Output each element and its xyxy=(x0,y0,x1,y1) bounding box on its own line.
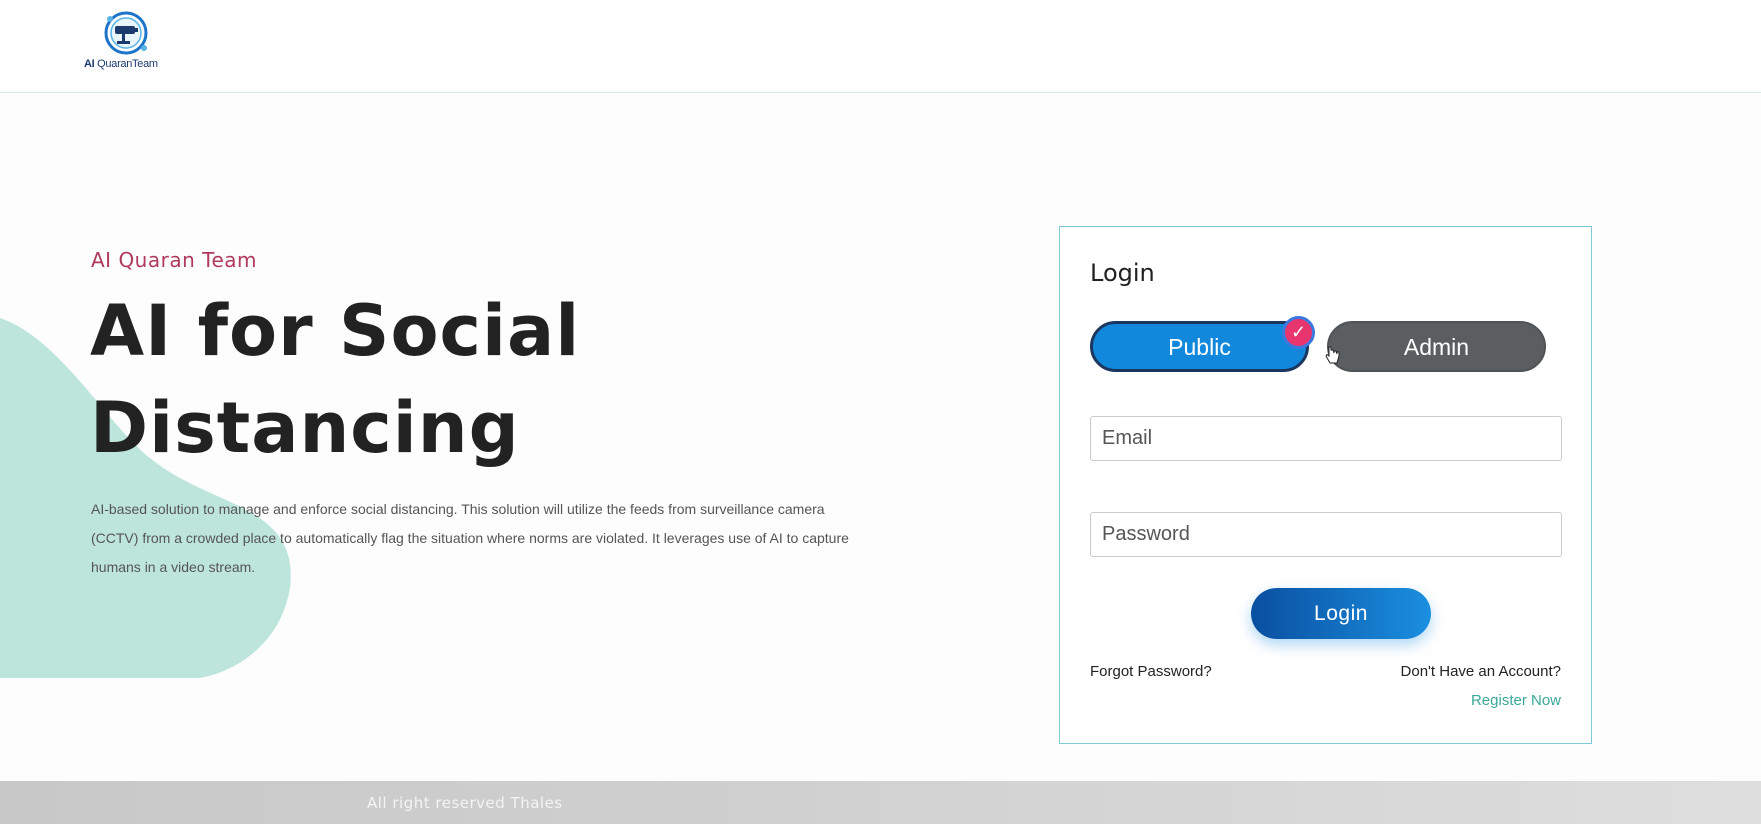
public-role-toggle[interactable]: Public xyxy=(1090,321,1309,372)
no-account-text: Don't Have an Account? xyxy=(1400,663,1561,680)
login-title: Login xyxy=(1090,259,1155,287)
hero-kicker: AI Quaran Team xyxy=(91,248,257,272)
cctv-camera-logo-icon xyxy=(104,11,148,55)
top-header: AI QuaranTeam xyxy=(0,0,1761,93)
admin-role-toggle[interactable]: Admin xyxy=(1327,321,1546,372)
page-footer: All right reserved Thales xyxy=(0,781,1761,824)
headline-line-1: AI for Social xyxy=(90,290,581,372)
email-field[interactable] xyxy=(1090,416,1562,461)
footer-copyright: All right reserved Thales xyxy=(367,794,563,812)
headline-line-2: Distancing xyxy=(90,387,520,469)
forgot-password-link[interactable]: Forgot Password? xyxy=(1090,663,1212,680)
app-logo[interactable]: AI QuaranTeam xyxy=(82,10,182,75)
main-content: AI Quaran Team AI for Social Distancing … xyxy=(0,93,1761,781)
hero-description: AI-based solution to manage and enforce … xyxy=(91,501,849,575)
login-button[interactable]: Login xyxy=(1251,588,1431,639)
register-now-link[interactable]: Register Now xyxy=(1471,692,1561,709)
login-card: Login Public ✓ Admin Login Forgot Passwo… xyxy=(1059,226,1592,744)
hero-headline: AI for Social Distancing xyxy=(90,283,810,477)
password-field[interactable] xyxy=(1090,512,1562,557)
logo-text: AI QuaranTeam xyxy=(84,58,158,70)
hand-cursor-icon xyxy=(1325,346,1340,364)
check-icon: ✓ xyxy=(1282,316,1315,349)
